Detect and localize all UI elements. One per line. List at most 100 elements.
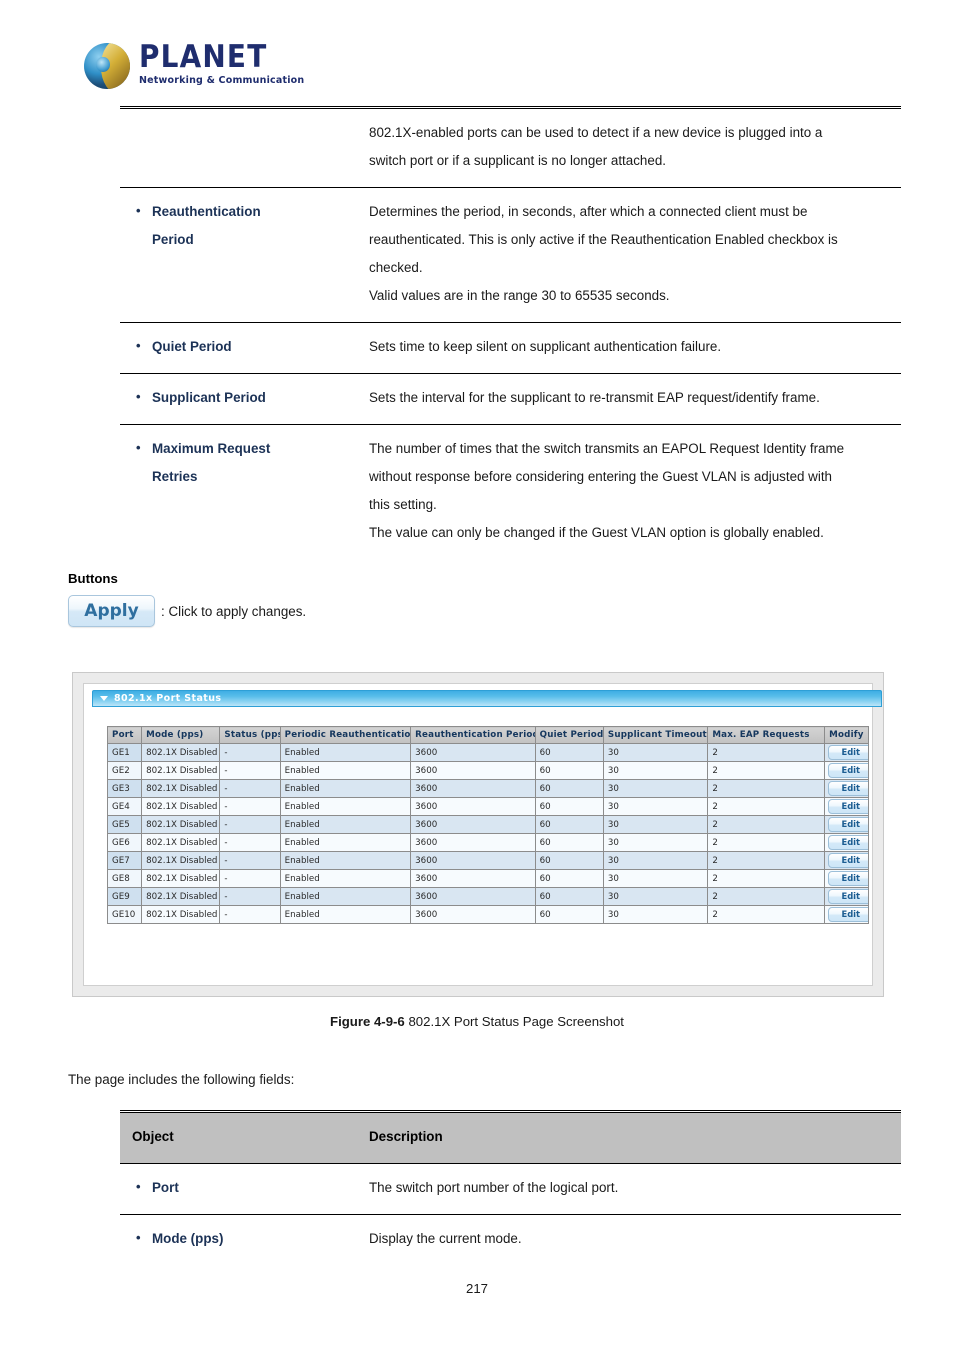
column-header-supplicant-timeout: Supplicant Timeout — [602, 726, 709, 744]
screenshot-frame: 802.1x Port Status Port Mode (pps) Statu… — [72, 672, 884, 997]
description-line: switch port or if a supplicant is no lon… — [369, 153, 666, 168]
column-header-object: Object — [120, 1111, 357, 1164]
edit-button[interactable]: Edit — [827, 907, 868, 922]
cell-quiet-period: 60 — [534, 743, 604, 762]
edit-button[interactable]: Edit — [827, 763, 868, 778]
cell-max-eap-requests: 2 — [707, 797, 825, 816]
description-cell: The switch port number of the logical po… — [357, 1164, 901, 1215]
edit-button[interactable]: Edit — [827, 817, 868, 832]
cell-mode: 802.1X Disabled — [141, 869, 221, 888]
object-cell: Port — [120, 1164, 357, 1215]
description-line: The value can only be changed if the Gue… — [369, 525, 824, 540]
object-label-text: Port — [152, 1180, 179, 1195]
port-status-rows: GE1 802.1X Disabled - Enabled 3600 60 30… — [106, 743, 870, 924]
object-label: Reauthentication Period — [132, 197, 345, 254]
page-number: 217 — [465, 1281, 488, 1296]
table-row: GE7 802.1X Disabled - Enabled 3600 60 30… — [106, 851, 870, 870]
cell-mode: 802.1X Disabled — [141, 779, 221, 798]
cell-port: GE9 — [106, 887, 143, 906]
page-header: PLANET Networking & Communication — [0, 0, 954, 100]
table-row: Supplicant Period Sets the interval for … — [120, 373, 901, 425]
cell-port: GE4 — [106, 797, 143, 816]
panel-header-802-1x-port-status[interactable]: 802.1x Port Status — [92, 690, 882, 707]
edit-button[interactable]: Edit — [827, 853, 868, 868]
cell-periodic-reauth: Enabled — [279, 851, 412, 870]
cell-periodic-reauth: Enabled — [279, 797, 412, 816]
cell-periodic-reauth: Enabled — [279, 833, 412, 852]
cell-quiet-period: 60 — [534, 797, 604, 816]
cell-reauth-period: 3600 — [410, 833, 536, 852]
cell-periodic-reauth: Enabled — [279, 905, 412, 924]
apply-button-caption: : Click to apply changes. — [161, 603, 307, 619]
cell-status: - — [219, 905, 281, 924]
cell-status: - — [219, 743, 281, 762]
cell-supplicant-timeout: 30 — [602, 905, 709, 924]
cell-quiet-period: 60 — [534, 779, 604, 798]
cell-mode: 802.1X Disabled — [141, 887, 221, 906]
cell-reauth-period: 3600 — [410, 887, 536, 906]
edit-button[interactable]: Edit — [827, 745, 868, 760]
column-header-mode: Mode (pps) — [141, 726, 221, 744]
table-row: GE4 802.1X Disabled - Enabled 3600 60 30… — [106, 797, 870, 816]
edit-button[interactable]: Edit — [827, 889, 868, 904]
cell-supplicant-timeout: 30 — [602, 761, 709, 780]
cell-supplicant-timeout: 30 — [602, 833, 709, 852]
cell-port: GE3 — [106, 779, 143, 798]
edit-button[interactable]: Edit — [827, 781, 868, 796]
cell-max-eap-requests: 2 — [707, 869, 825, 888]
cell-status: - — [219, 833, 281, 852]
cell-periodic-reauth: Enabled — [279, 869, 412, 888]
cell-max-eap-requests: 2 — [707, 887, 825, 906]
cell-max-eap-requests: 2 — [707, 833, 825, 852]
cell-quiet-period: 60 — [534, 905, 604, 924]
cell-reauth-period: 3600 — [410, 869, 536, 888]
cell-reauth-period: 3600 — [410, 761, 536, 780]
object-cell: Quiet Period — [120, 323, 357, 374]
description-line: 802.1X-enabled ports can be used to dete… — [369, 125, 823, 140]
description-cell: Display the current mode. — [357, 1215, 901, 1266]
cell-periodic-reauth: Enabled — [279, 743, 412, 762]
table-row: Quiet Period Sets time to keep silent on… — [120, 322, 901, 374]
apply-button-row: Apply : Click to apply changes. — [68, 595, 306, 627]
description-line: without response before considering ente… — [369, 469, 832, 484]
cell-quiet-period: 60 — [534, 887, 604, 906]
cell-reauth-period: 3600 — [410, 797, 536, 816]
description-cell: 802.1X-enabled ports can be used to dete… — [357, 108, 901, 188]
cell-quiet-period: 60 — [534, 869, 604, 888]
column-header-quiet-period: Quiet Period — [534, 726, 604, 744]
edit-button[interactable]: Edit — [827, 835, 868, 850]
logo-tagline: Networking & Communication — [139, 75, 305, 86]
cell-port: GE1 — [106, 743, 143, 762]
cell-modify: Edit — [823, 797, 870, 816]
cell-supplicant-timeout: 30 — [602, 779, 709, 798]
cell-supplicant-timeout: 30 — [602, 869, 709, 888]
cell-status: - — [219, 869, 281, 888]
edit-button[interactable]: Edit — [827, 871, 868, 886]
figure-caption: Figure 4-9-6 802.1X Port Status Page Scr… — [0, 1014, 954, 1029]
field-description-table-bottom: Object Description Port The switch port … — [120, 1110, 901, 1265]
cell-port: GE8 — [106, 869, 143, 888]
object-label: Mode (pps) — [132, 1224, 345, 1253]
table-row: Mode (pps) Display the current mode. — [120, 1214, 901, 1266]
object-label: Supplicant Period — [132, 383, 345, 412]
table-row: GE10 802.1X Disabled - Enabled 3600 60 3… — [106, 905, 870, 924]
description-cell: Sets the interval for the supplicant to … — [357, 374, 901, 425]
cell-mode: 802.1X Disabled — [141, 905, 221, 924]
cell-reauth-period: 3600 — [410, 905, 536, 924]
cell-mode: 802.1X Disabled — [141, 761, 221, 780]
cell-reauth-period: 3600 — [410, 743, 536, 762]
column-header-port: Port — [106, 726, 143, 744]
cell-periodic-reauth: Enabled — [279, 761, 412, 780]
apply-button[interactable]: Apply — [68, 595, 155, 627]
cell-modify: Edit — [823, 761, 870, 780]
planet-logo: PLANET Networking & Communication — [84, 42, 304, 89]
triangle-down-icon[interactable] — [100, 696, 108, 701]
table-row: Reauthentication Period Determines the p… — [120, 187, 901, 323]
table-header-row: Port Mode (pps) Status (pps) Periodic Re… — [106, 726, 870, 744]
cell-quiet-period: 60 — [534, 761, 604, 780]
object-label-text: Mode (pps) — [152, 1231, 224, 1246]
cell-modify: Edit — [823, 887, 870, 906]
description-line: Display the current mode. — [369, 1231, 522, 1246]
edit-button[interactable]: Edit — [827, 799, 868, 814]
object-label: Maximum Request Retries — [132, 434, 345, 491]
